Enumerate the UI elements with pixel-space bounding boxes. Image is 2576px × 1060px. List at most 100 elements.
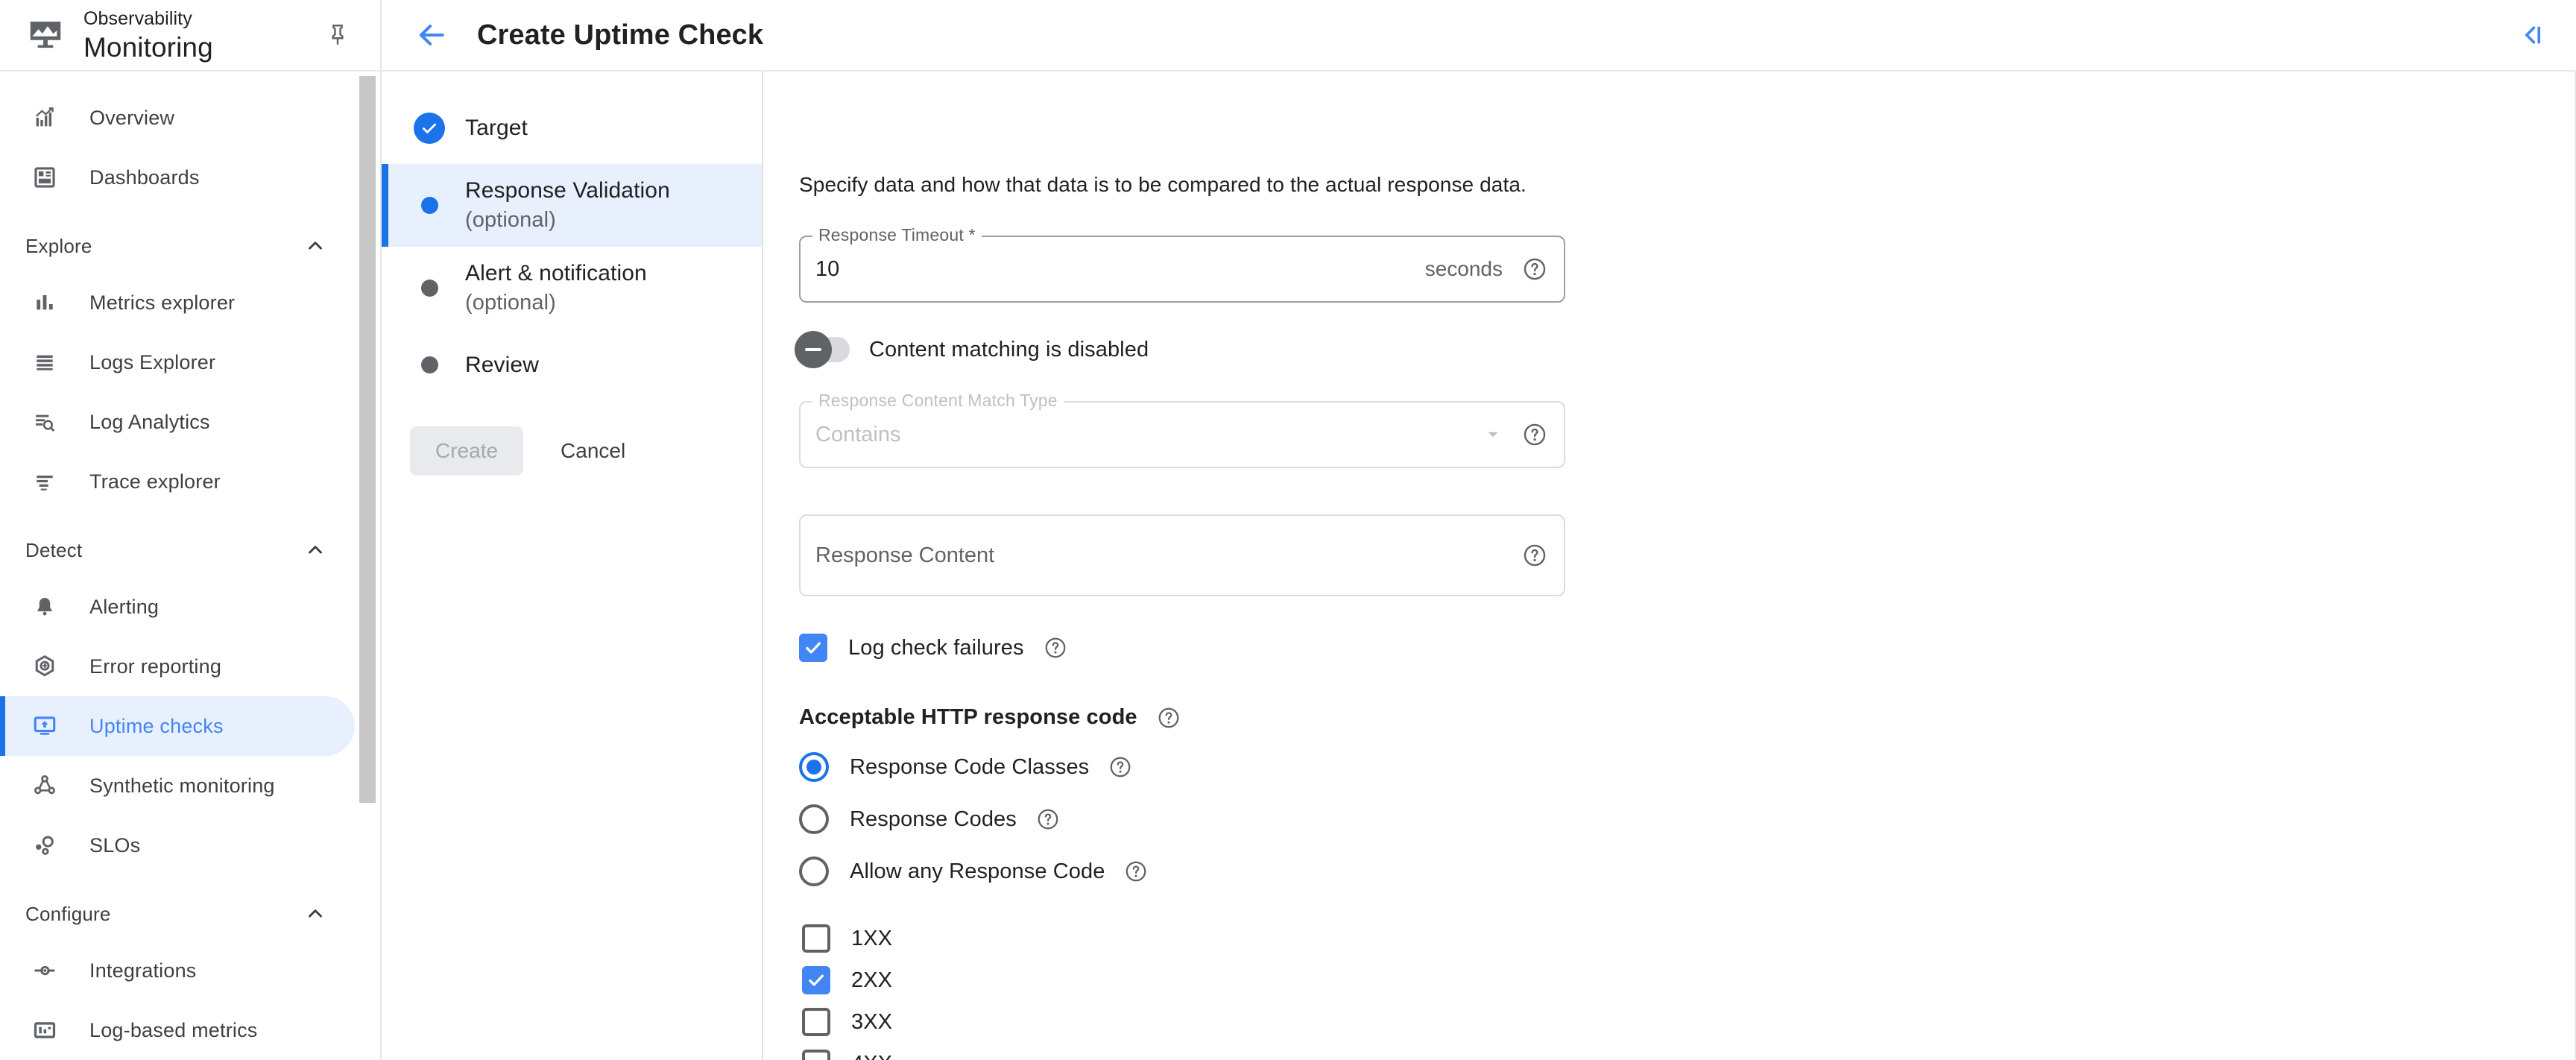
error-hex-icon — [25, 654, 64, 679]
chevron-up-icon[interactable] — [304, 235, 326, 257]
step-subtitle: (optional) — [465, 207, 556, 232]
sidebar-scrollbar[interactable] — [359, 76, 376, 803]
sidebar-item-error-reporting[interactable]: Error reporting — [0, 637, 355, 696]
sidebar-group-explore[interactable]: Explore — [0, 219, 355, 273]
wizard-actions: Create Cancel — [382, 401, 762, 476]
cancel-button[interactable]: Cancel — [540, 426, 646, 476]
collapse-panel-icon[interactable] — [2512, 14, 2554, 56]
sidebar-item-trace-explorer[interactable]: Trace explorer — [0, 452, 355, 511]
radio-button[interactable] — [799, 856, 829, 886]
code-class-checkbox[interactable] — [802, 1008, 830, 1036]
sidebar-item-uptime-checks[interactable]: Uptime checks — [0, 696, 355, 756]
sidebar-item-label: Dashboards — [89, 165, 200, 189]
code-class-checkbox[interactable] — [802, 924, 830, 953]
sidebar-item-label: Log-based metrics — [89, 1018, 258, 1041]
section-title: Acceptable HTTP response code — [799, 705, 1137, 729]
step-title: Response Validation — [465, 178, 670, 203]
help-circle-icon[interactable] — [1124, 859, 1148, 883]
content-matching-toggle-row[interactable]: Content matching is disabled — [795, 331, 2575, 368]
help-circle-icon[interactable] — [1157, 706, 1181, 730]
dashboard-grid-icon — [25, 165, 64, 190]
pin-icon[interactable] — [321, 18, 355, 52]
sidebar-item-alerting[interactable]: Alerting — [0, 577, 355, 637]
help-circle-icon[interactable] — [1522, 543, 1547, 568]
sidebar-item-label: SLOs — [89, 833, 141, 856]
sidebar-item-synthetic-monitoring[interactable]: Synthetic monitoring — [0, 756, 355, 815]
radio-button[interactable] — [799, 752, 829, 782]
page-body: Target Response Validation (optional) Al… — [382, 72, 2576, 1060]
radio-button[interactable] — [799, 804, 829, 834]
step-text: Alert & notification (optional) — [465, 260, 647, 316]
code-class-row-2xx[interactable]: 2XX — [802, 959, 2575, 1001]
sidebar-item-label: Overview — [89, 106, 175, 129]
sidebar-item-slos[interactable]: SLOs — [0, 815, 355, 875]
step-title: Alert & notification — [465, 260, 647, 285]
sidebar-group-detect[interactable]: Detect — [0, 523, 355, 577]
chevron-down-icon[interactable] — [1483, 425, 1503, 444]
sidebar-item-label: Integrations — [89, 959, 197, 982]
step-target[interactable]: Target — [382, 92, 762, 164]
product-name: Monitoring — [83, 31, 213, 63]
help-circle-icon[interactable] — [1108, 755, 1132, 779]
toggle-off-icon[interactable] — [795, 331, 850, 368]
sidebar-item-overview[interactable]: Overview — [0, 88, 355, 148]
help-circle-icon[interactable] — [1522, 256, 1547, 282]
log-check-failures-row[interactable]: Log check failures — [799, 634, 2575, 662]
chevron-up-icon[interactable] — [304, 539, 326, 561]
radio-response-codes[interactable]: Response Codes — [799, 804, 2575, 834]
radio-allow-any-response-code[interactable]: Allow any Response Code — [799, 856, 2575, 886]
sidebar-item-label: Trace explorer — [89, 470, 221, 493]
app-root: Observability Monitoring Overview Dashbo… — [0, 0, 2576, 1060]
chart-trend-icon — [25, 105, 64, 130]
step-response-validation[interactable]: Response Validation (optional) — [382, 164, 762, 247]
arrow-left-icon[interactable] — [407, 10, 456, 60]
left-sidebar: Observability Monitoring Overview Dashbo… — [0, 0, 382, 1060]
dot-gray-icon — [413, 279, 446, 297]
list-search-icon — [25, 410, 64, 434]
match-type-value: Contains — [815, 422, 901, 447]
response-content-placeholder: Response Content — [815, 543, 995, 567]
radio-response-code-classes[interactable]: Response Code Classes — [799, 752, 2575, 782]
response-timeout-field[interactable]: Response Timeout * 10 seconds — [799, 225, 1565, 303]
sidebar-group-label: Configure — [25, 902, 111, 925]
chevron-up-icon[interactable] — [304, 903, 326, 925]
sidebar-item-log-based-metrics[interactable]: Log-based metrics — [0, 1000, 355, 1060]
code-class-row-4xx[interactable]: 4XX — [802, 1043, 2575, 1060]
step-text: Target — [465, 115, 528, 142]
sidebar-item-dashboards[interactable]: Dashboards — [0, 148, 355, 207]
code-class-row-3xx[interactable]: 3XX — [802, 1001, 2575, 1043]
sidebar-group-configure[interactable]: Configure — [0, 887, 355, 941]
page-title: Create Uptime Check — [477, 19, 764, 51]
nodes-icon — [25, 773, 64, 798]
log-check-failures-checkbox[interactable] — [799, 634, 827, 662]
sidebar-item-metrics-explorer[interactable]: Metrics explorer — [0, 273, 355, 332]
sidebar-item-logs-explorer[interactable]: Logs Explorer — [0, 332, 355, 392]
help-circle-icon[interactable] — [1044, 636, 1067, 660]
help-circle-icon[interactable] — [1522, 422, 1547, 447]
sidebar-item-label: Error reporting — [89, 654, 222, 678]
bell-icon — [25, 595, 64, 619]
response-content-textarea[interactable]: Response Content — [799, 514, 1565, 596]
step-alert-notification[interactable]: Alert & notification (optional) — [382, 247, 762, 329]
code-class-row-1xx[interactable]: 1XX — [802, 918, 2575, 959]
create-button[interactable]: Create — [410, 426, 524, 476]
log-metrics-icon — [25, 1018, 64, 1043]
sidebar-item-integrations[interactable]: Integrations — [0, 941, 355, 1000]
response-content-match-type-select[interactable]: Response Content Match Type Contains — [799, 391, 1565, 468]
sidebar-item-label: Logs Explorer — [89, 350, 216, 373]
response-timeout-suffix: seconds — [1424, 257, 1503, 280]
code-class-checkbox[interactable] — [802, 966, 830, 994]
sidebar-item-log-analytics[interactable]: Log Analytics — [0, 392, 355, 452]
radio-label: Response Codes — [850, 807, 1017, 831]
sidebar-item-label: Log Analytics — [89, 410, 210, 433]
step-review[interactable]: Review — [382, 329, 762, 401]
step-text: Review — [465, 352, 539, 379]
log-check-failures-label: Log check failures — [848, 635, 1024, 660]
radio-label: Allow any Response Code — [850, 859, 1105, 883]
help-circle-icon[interactable] — [1036, 807, 1060, 831]
sidebar-scroll-area: Overview Dashboards Explore Metrics expl… — [0, 72, 380, 1060]
list-lines-icon — [25, 350, 64, 374]
code-class-checkbox[interactable] — [802, 1050, 830, 1060]
acceptable-http-response-code-heading: Acceptable HTTP response code — [799, 705, 2575, 730]
dot-gray-icon — [413, 356, 446, 374]
